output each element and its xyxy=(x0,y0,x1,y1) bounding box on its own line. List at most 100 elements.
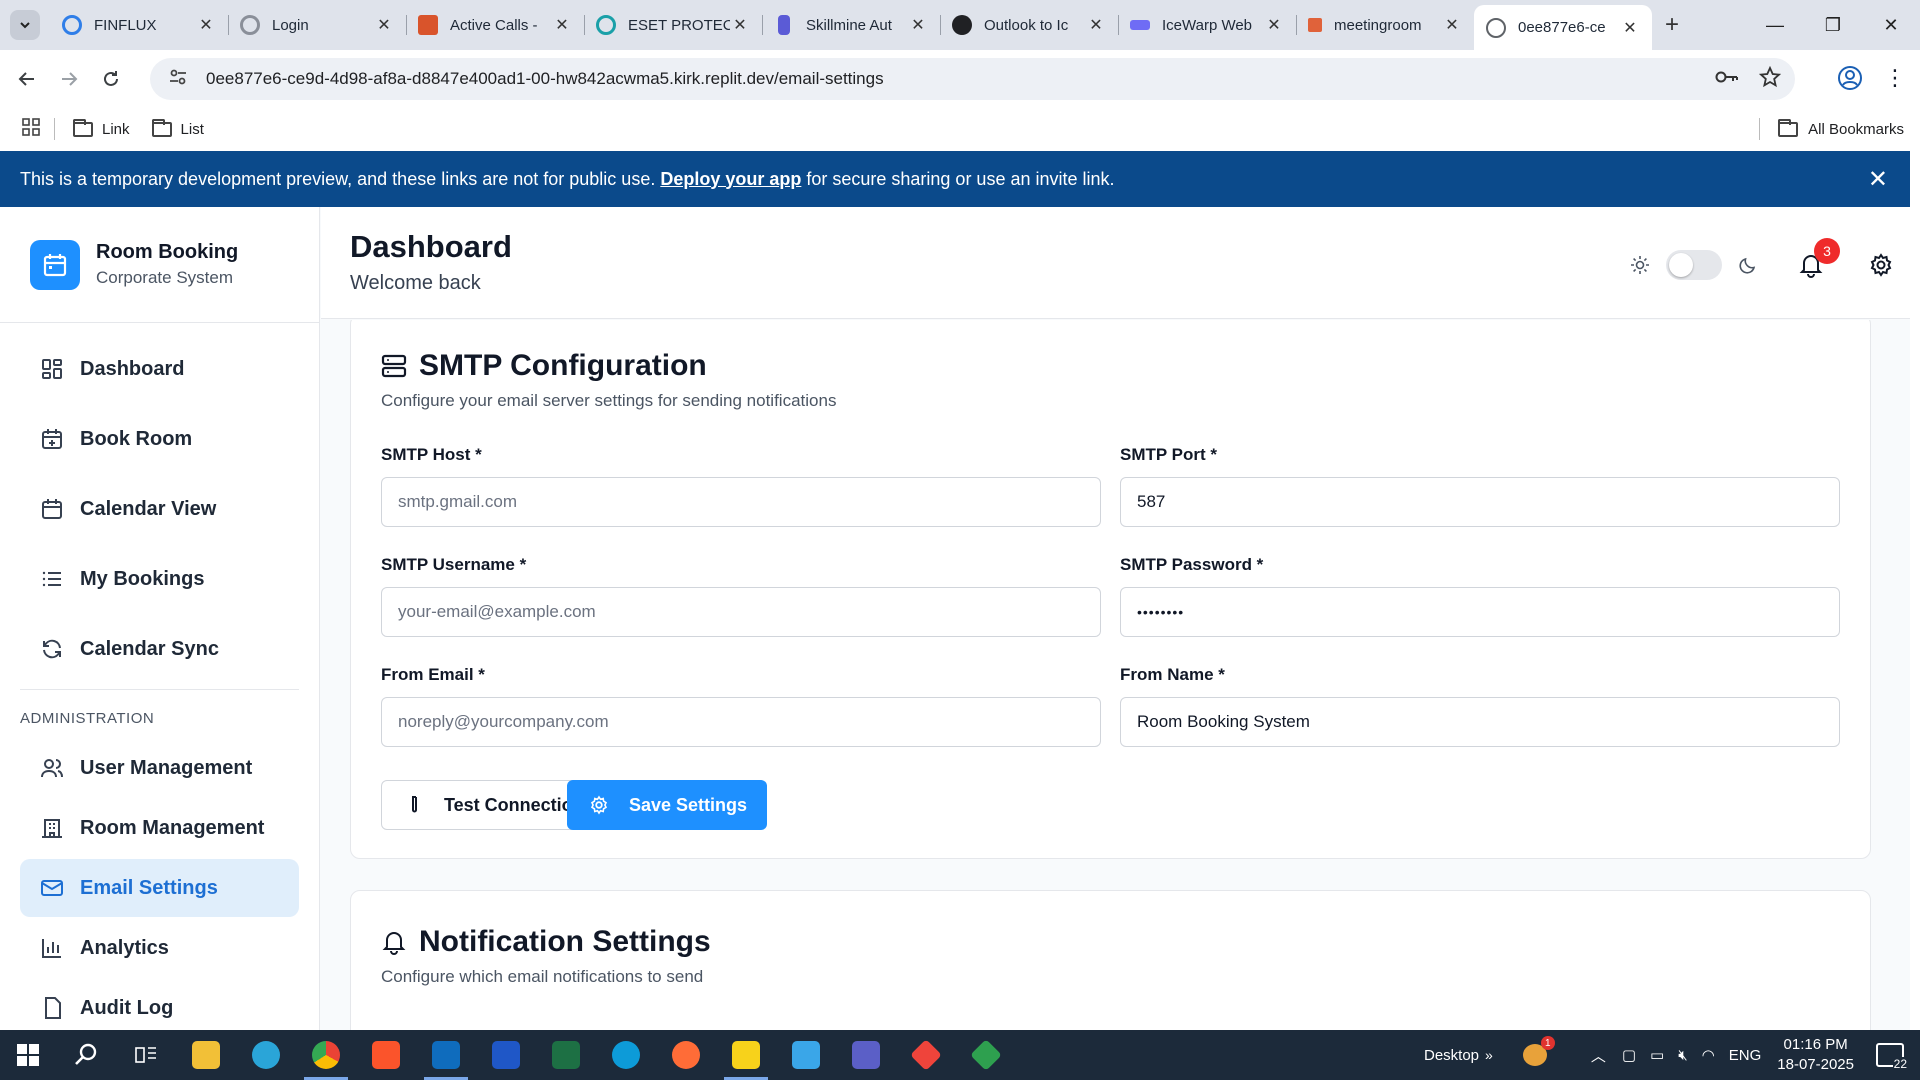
sidebar-item-book-room[interactable]: Book Room xyxy=(20,409,299,469)
forward-button[interactable] xyxy=(48,59,90,99)
save-settings-button[interactable]: Save Settings xyxy=(567,780,768,830)
app-icon[interactable] xyxy=(596,1030,656,1080)
admin-nav: User Management Room Management Email Se… xyxy=(0,739,319,1030)
from-name-input[interactable]: Room Booking System xyxy=(1120,697,1840,747)
from-email-input[interactable]: noreply@yourcompany.com xyxy=(381,697,1101,747)
volume-mute-icon[interactable]: 🔇︎ xyxy=(1678,1047,1687,1064)
folder-icon xyxy=(151,118,172,137)
clock[interactable]: 01:16 PM 18-07-2025 xyxy=(1777,1035,1854,1075)
anydesk-icon[interactable] xyxy=(896,1030,956,1080)
smtp-description: Configure your email server settings for… xyxy=(381,391,837,410)
restore-button[interactable]: ❐ xyxy=(1804,0,1862,50)
close-icon[interactable]: ✕ xyxy=(1868,165,1888,194)
outlook-icon[interactable] xyxy=(416,1030,476,1080)
sidebar-item-calendar-sync[interactable]: Calendar Sync xyxy=(20,619,299,679)
sidebar-item-analytics[interactable]: Analytics xyxy=(20,919,299,977)
url-bar[interactable]: 0ee877e6-ce9d-4d98-af8a-d8847e400ad1-00-… xyxy=(150,58,1795,100)
folder-icon xyxy=(1778,118,1799,137)
excel-icon[interactable] xyxy=(536,1030,596,1080)
brand: Room Booking Corporate System xyxy=(0,207,319,323)
teams-icon[interactable] xyxy=(836,1030,896,1080)
meet-icon[interactable]: ▢ xyxy=(1622,1046,1636,1064)
apps-icon[interactable] xyxy=(22,118,40,140)
sidebar-item-email-settings[interactable]: Email Settings xyxy=(20,859,299,917)
smtp-username-input[interactable]: your-email@example.com xyxy=(381,587,1101,637)
close-icon[interactable]: ✕ xyxy=(196,15,216,35)
smtp-password-input[interactable]: •••••••• xyxy=(1120,587,1840,637)
browser-tab[interactable]: Outlook to Ic ✕ xyxy=(940,5,1118,45)
brave-icon[interactable] xyxy=(356,1030,416,1080)
weather-icon[interactable]: 1 xyxy=(1522,1036,1555,1066)
new-tab-button[interactable]: + xyxy=(1652,5,1692,45)
reload-button[interactable] xyxy=(90,59,132,99)
shield-icon[interactable] xyxy=(476,1030,536,1080)
desktop-label[interactable]: Desktop xyxy=(1424,1047,1479,1064)
close-window-button[interactable]: ✕ xyxy=(1862,0,1920,50)
battery-icon[interactable]: ▭ xyxy=(1650,1046,1664,1064)
chevron-up-icon[interactable]: ︿ xyxy=(1591,1045,1606,1066)
start-button[interactable] xyxy=(0,1030,56,1080)
browser-tab[interactable]: Skillmine Aut ✕ xyxy=(762,5,940,45)
sticky-notes-icon[interactable] xyxy=(716,1030,776,1080)
task-view-icon[interactable] xyxy=(116,1030,176,1080)
tab-search-button[interactable] xyxy=(0,0,50,50)
notification-center-icon[interactable]: 22 xyxy=(1876,1043,1908,1071)
browser-tab-active[interactable]: 0ee877e6-ce ✕ xyxy=(1474,5,1652,50)
star-icon[interactable] xyxy=(1758,65,1782,93)
from-name-field: From Name * Room Booking System xyxy=(1120,665,1840,747)
settings-button[interactable] xyxy=(1868,252,1894,278)
git-icon[interactable] xyxy=(956,1030,1016,1080)
close-icon[interactable]: ✕ xyxy=(1442,15,1462,35)
notifications-button[interactable]: 3 xyxy=(1798,238,1840,278)
smtp-username-field: SMTP Username * your-email@example.com xyxy=(381,555,1101,637)
browser-tab[interactable]: Login ✕ xyxy=(228,5,406,45)
all-bookmarks[interactable]: All Bookmarks xyxy=(1759,118,1904,140)
chrome-icon[interactable] xyxy=(296,1030,356,1080)
wifi-icon[interactable]: ◠ xyxy=(1702,1046,1715,1064)
browser-tab[interactable]: IceWarp Web ✕ xyxy=(1118,5,1296,45)
sidebar-item-audit-log[interactable]: Audit Log xyxy=(20,979,299,1030)
bell-icon xyxy=(382,932,406,955)
sidebar-item-room-management[interactable]: Room Management xyxy=(20,799,299,857)
close-icon[interactable]: ✕ xyxy=(374,15,394,35)
chevron-right-icon[interactable]: » xyxy=(1485,1047,1493,1063)
search-icon[interactable] xyxy=(56,1030,116,1080)
site-info-icon[interactable] xyxy=(168,67,190,92)
sidebar-item-my-bookings[interactable]: My Bookings xyxy=(20,549,299,609)
browser-tab[interactable]: FINFLUX ✕ xyxy=(50,5,228,45)
minimize-button[interactable]: — xyxy=(1746,0,1804,50)
deploy-app-link[interactable]: Deploy your app xyxy=(660,169,801,190)
close-icon[interactable]: ✕ xyxy=(1264,15,1284,35)
profile-icon[interactable] xyxy=(1832,60,1868,96)
list-icon xyxy=(42,571,61,587)
bookmark-list[interactable]: List xyxy=(151,118,204,138)
mail-icon[interactable] xyxy=(776,1030,836,1080)
close-icon[interactable]: ✕ xyxy=(552,15,572,35)
smtp-port-input[interactable]: 587 xyxy=(1120,477,1840,527)
building-icon xyxy=(42,819,62,838)
browser-menu-icon[interactable]: ⋮ xyxy=(1880,60,1910,96)
theme-toggle[interactable] xyxy=(1666,250,1722,280)
close-icon[interactable]: ✕ xyxy=(730,15,750,35)
browser-tab[interactable]: Active Calls - ✕ xyxy=(406,5,584,45)
close-icon[interactable]: ✕ xyxy=(1620,18,1640,38)
language-indicator[interactable]: ENG xyxy=(1729,1047,1762,1064)
smtp-host-input[interactable]: smtp.gmail.com xyxy=(381,477,1101,527)
test-tube-icon xyxy=(412,796,417,813)
sidebar-item-calendar-view[interactable]: Calendar View xyxy=(20,479,299,539)
file-explorer-icon[interactable] xyxy=(176,1030,236,1080)
sidebar-item-dashboard[interactable]: Dashboard xyxy=(20,339,299,399)
browser-tab[interactable]: meetingroom ✕ xyxy=(1296,5,1474,45)
postman-icon[interactable] xyxy=(656,1030,716,1080)
sidebar-item-user-management[interactable]: User Management xyxy=(20,739,299,797)
banner-text-after: for secure sharing or use an invite link… xyxy=(806,168,1115,189)
key-icon[interactable] xyxy=(1715,69,1739,90)
close-icon[interactable]: ✕ xyxy=(1086,15,1106,35)
calendar-icon xyxy=(30,239,80,290)
edge-icon[interactable] xyxy=(236,1030,296,1080)
browser-tab[interactable]: ESET PROTEC ✕ xyxy=(584,5,762,45)
close-icon[interactable]: ✕ xyxy=(908,15,928,35)
arrow-left-icon xyxy=(18,72,34,86)
back-button[interactable] xyxy=(6,59,48,99)
bookmark-link[interactable]: Link xyxy=(73,118,130,138)
